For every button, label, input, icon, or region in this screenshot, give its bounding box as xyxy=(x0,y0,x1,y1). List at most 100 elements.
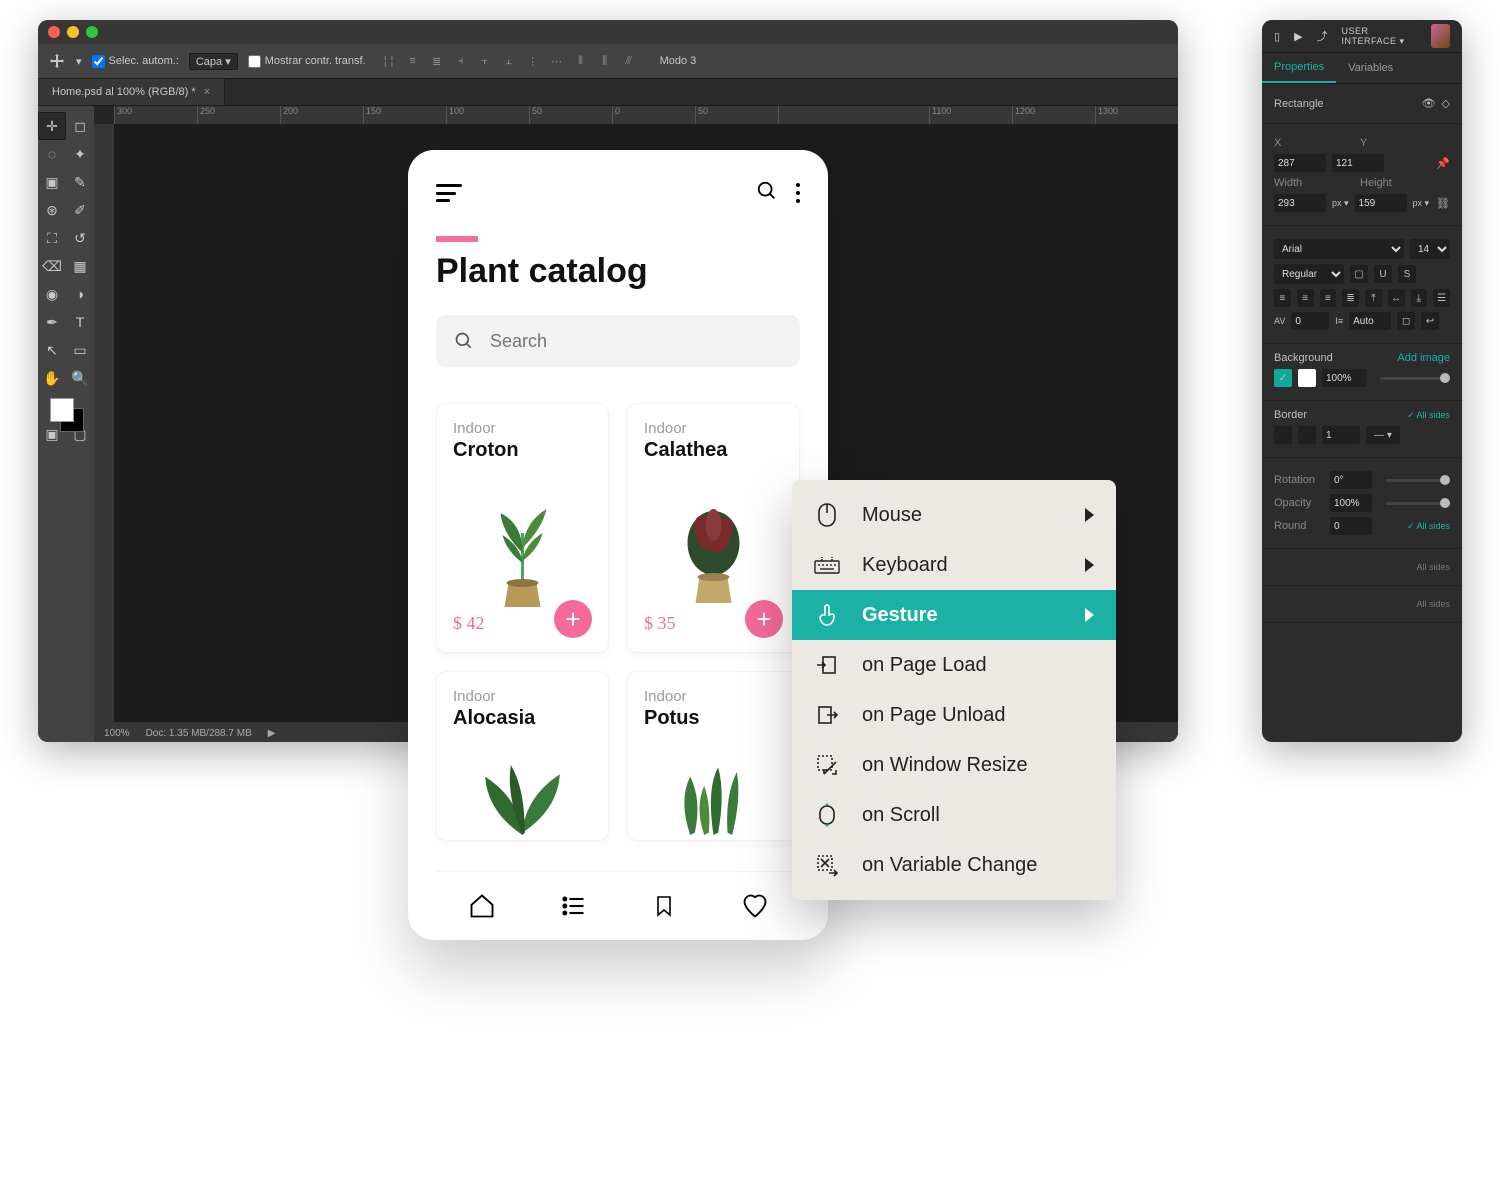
valign-mid-icon[interactable]: ↔ xyxy=(1388,289,1405,307)
type-tool[interactable]: T xyxy=(66,308,94,336)
round-allsides[interactable]: ✓ All sides xyxy=(1407,521,1450,532)
dist-icon[interactable]: ⫻ xyxy=(620,52,638,70)
pen-tool[interactable]: ✒ xyxy=(38,308,66,336)
align-left-icon[interactable]: ≡ xyxy=(1274,289,1291,307)
menu-item-window-resize[interactable]: on Window Resize xyxy=(792,740,1116,790)
border-style-select[interactable]: — ▾ xyxy=(1366,426,1400,444)
strike-icon[interactable]: S xyxy=(1398,265,1416,283)
visibility-icon[interactable]: 👁 xyxy=(1422,97,1436,110)
nav-home-icon[interactable] xyxy=(467,891,497,921)
align-icon[interactable]: ⫞ xyxy=(452,52,470,70)
dist-icon[interactable]: ⋯ xyxy=(548,52,566,70)
dist-icon[interactable]: ⋮ xyxy=(524,52,542,70)
rotation-input[interactable] xyxy=(1330,471,1372,489)
border-width-input[interactable] xyxy=(1322,426,1360,444)
dodge-tool[interactable]: ◑ xyxy=(66,280,94,308)
align-icon[interactable]: ⫠ xyxy=(500,52,518,70)
close-tab-icon[interactable]: × xyxy=(204,86,210,98)
product-card[interactable]: Indoor Calathea $ 35 + xyxy=(627,403,800,653)
align-icon[interactable]: ╎╎ xyxy=(380,52,398,70)
align-justify-icon[interactable]: ≣ xyxy=(1342,289,1359,307)
align-icon[interactable]: ⫟ xyxy=(476,52,494,70)
align-right-icon[interactable]: ≡ xyxy=(1320,289,1337,307)
autoselect-target-select[interactable]: Capa ▾ xyxy=(189,53,238,70)
dist-icon[interactable]: ⫴ xyxy=(572,52,590,70)
align-center-icon[interactable]: ≡ xyxy=(1297,289,1314,307)
menu-item-scroll[interactable]: on Scroll xyxy=(792,790,1116,840)
hand-tool[interactable]: ✋ xyxy=(38,364,66,392)
wand-tool[interactable]: ✦ xyxy=(66,140,94,168)
color-swatches[interactable] xyxy=(38,392,94,438)
lasso-tool[interactable]: ◌ xyxy=(38,140,66,168)
color-swatch-icon[interactable]: ▢ xyxy=(1350,265,1368,283)
border-allsides[interactable]: ✓ All sides xyxy=(1407,410,1450,421)
wrap-icon[interactable]: ↩ xyxy=(1421,312,1439,330)
valign-bot-icon[interactable]: ⤓ xyxy=(1411,289,1428,307)
eraser-tool[interactable]: ⌫ xyxy=(38,252,66,280)
stamp-tool[interactable]: ⛶ xyxy=(38,224,66,252)
nav-list-icon[interactable] xyxy=(558,891,588,921)
list-icon[interactable]: ☰ xyxy=(1433,289,1450,307)
font-weight-select[interactable]: Regular xyxy=(1274,264,1344,284)
path-tool[interactable]: ↖ xyxy=(38,336,66,364)
product-card[interactable]: Indoor Potus xyxy=(627,671,800,841)
crop-text-icon[interactable]: ◻ xyxy=(1397,312,1415,330)
nav-heart-icon[interactable] xyxy=(740,891,770,921)
crop-tool[interactable]: ▣ xyxy=(38,168,66,196)
x-input[interactable] xyxy=(1274,154,1326,172)
close-window-button[interactable] xyxy=(48,26,60,38)
shape-tool[interactable]: ▭ xyxy=(66,336,94,364)
status-arrow-icon[interactable]: ▶ xyxy=(268,728,276,739)
history-brush-tool[interactable]: ↺ xyxy=(66,224,94,252)
menu-item-keyboard[interactable]: Keyboard xyxy=(792,540,1116,590)
y-input[interactable] xyxy=(1332,154,1384,172)
gradient-tool[interactable]: ▦ xyxy=(66,252,94,280)
brush-tool[interactable]: ✐ xyxy=(66,196,94,224)
valign-top-icon[interactable]: ⤒ xyxy=(1365,289,1382,307)
product-card[interactable]: Indoor Alocasia xyxy=(436,671,609,841)
heal-tool[interactable]: ⊛ xyxy=(38,196,66,224)
tab-variables[interactable]: Variables xyxy=(1336,53,1405,83)
dist-icon[interactable]: ⫼ xyxy=(596,52,614,70)
bg-opacity-value[interactable]: 100% xyxy=(1322,369,1366,387)
menu-item-page-load[interactable]: on Page Load xyxy=(792,640,1116,690)
move-tool[interactable]: ✛ xyxy=(38,112,66,140)
search-icon[interactable] xyxy=(756,180,778,207)
tab-properties[interactable]: Properties xyxy=(1262,53,1336,83)
height-input[interactable] xyxy=(1355,194,1407,212)
pin-icon[interactable]: 📌 xyxy=(1436,157,1450,170)
eyedropper-tool[interactable]: ✎ xyxy=(66,168,94,196)
letterspace-input[interactable] xyxy=(1291,312,1329,330)
upload-icon[interactable]: ⤴ xyxy=(1317,28,1328,44)
menu-item-variable-change[interactable]: on Variable Change xyxy=(792,840,1116,890)
zoom-tool[interactable]: 🔍 xyxy=(66,364,94,392)
menu-item-mouse[interactable]: Mouse xyxy=(792,490,1116,540)
product-card[interactable]: Indoor Croton $ 42 + xyxy=(436,403,609,653)
font-size-select[interactable]: 14 xyxy=(1410,239,1450,259)
minimize-window-button[interactable] xyxy=(67,26,79,38)
opacity-slider[interactable] xyxy=(1386,502,1450,505)
round-input[interactable] xyxy=(1330,517,1372,535)
link-icon[interactable]: ⛓ xyxy=(1436,197,1450,210)
maximize-window-button[interactable] xyxy=(86,26,98,38)
width-unit[interactable]: px ▾ xyxy=(1332,198,1349,209)
align-icon[interactable]: ≡ xyxy=(404,52,422,70)
add-image-link[interactable]: Add image xyxy=(1397,352,1450,364)
marquee-tool[interactable]: ◻ xyxy=(66,112,94,140)
height-unit[interactable]: px ▾ xyxy=(1413,198,1430,209)
lineheight-input[interactable]: Auto xyxy=(1349,312,1391,330)
font-family-select[interactable]: Arial xyxy=(1274,239,1404,259)
bg-opacity-slider[interactable] xyxy=(1380,377,1450,380)
menu-item-page-unload[interactable]: on Page Unload xyxy=(792,690,1116,740)
stack-icon[interactable]: ◇ xyxy=(1442,97,1450,110)
add-button[interactable]: + xyxy=(554,600,592,638)
search-input[interactable] xyxy=(488,330,782,353)
menu-icon[interactable] xyxy=(436,184,462,202)
border-enabled-check[interactable] xyxy=(1274,426,1292,444)
add-button[interactable]: + xyxy=(745,600,783,638)
nav-bookmark-icon[interactable] xyxy=(649,891,679,921)
menu-item-gesture[interactable]: Gesture xyxy=(792,590,1116,640)
device-icon[interactable]: ▯ xyxy=(1274,30,1280,43)
underline-icon[interactable]: U xyxy=(1374,265,1392,283)
document-tab[interactable]: Home.psd al 100% (RGB/8) * × xyxy=(38,79,225,105)
